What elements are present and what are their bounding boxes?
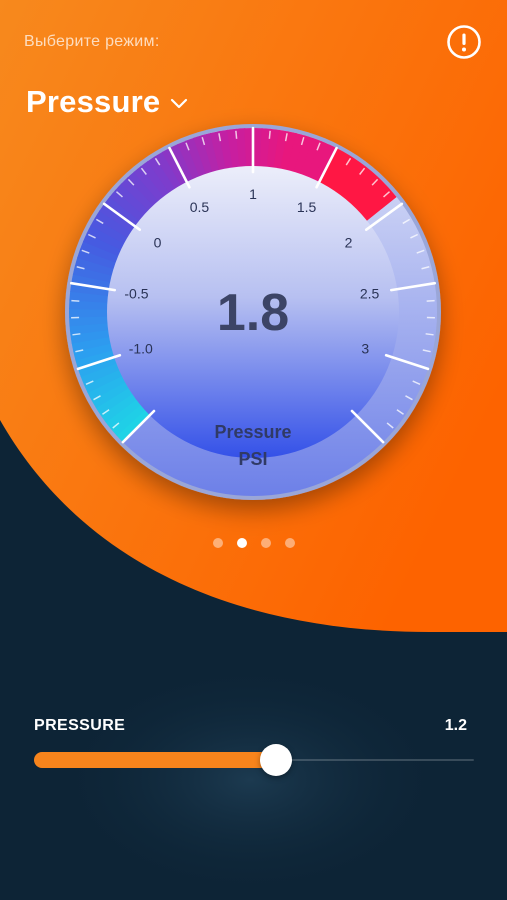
gauge-tick-label: 1 [249,186,257,202]
mode-dropdown[interactable]: Pressure [26,82,188,122]
gauge-tick-label: 0 [154,235,162,251]
page-indicator [0,538,507,548]
mode-prompt: Выберите режим: [24,33,160,50]
gauge-minor-tick [426,299,435,302]
slider-fill [34,752,276,768]
gauge-unit: PSI [238,449,267,469]
slider-label: PRESSURE [34,717,126,734]
page-dot[interactable] [212,538,223,548]
info-button[interactable] [446,24,482,60]
gauge-tick-label: 2 [345,235,353,251]
exclamation-circle-icon [447,25,481,59]
chevron-down-icon [171,98,188,109]
gauge-label: Pressure [214,422,291,442]
page-dot[interactable] [284,538,295,548]
page-dot[interactable] [260,538,271,548]
slider-thumb[interactable] [260,744,292,776]
pressure-gauge: -1.0 -0.5 0 0.5 1 1.5 2 2.5 3 1.8 Pressure PSI [65,124,441,500]
gauge-minor-tick [268,130,271,139]
gauge-minor-tick [71,299,80,302]
gauge-tick-label: -1.0 [129,340,153,356]
mode-value: Pressure [26,84,161,119]
gauge-minor-tick [425,333,434,336]
gauge-value: 1.8 [217,284,289,342]
gauge-tick-label: 1.5 [297,199,317,215]
gauge-minor-tick [72,333,81,336]
page-dot-active[interactable] [236,538,247,548]
gauge-tick-label: 2.5 [360,286,380,302]
slider-value: 1.2 [444,717,467,734]
pressure-slider[interactable] [34,740,474,780]
gauge-tick-label: 0.5 [190,199,210,215]
gauge-tick-label: -0.5 [124,286,148,302]
gauge-tick-label: 3 [361,340,369,356]
gauge-minor-tick [235,130,238,139]
